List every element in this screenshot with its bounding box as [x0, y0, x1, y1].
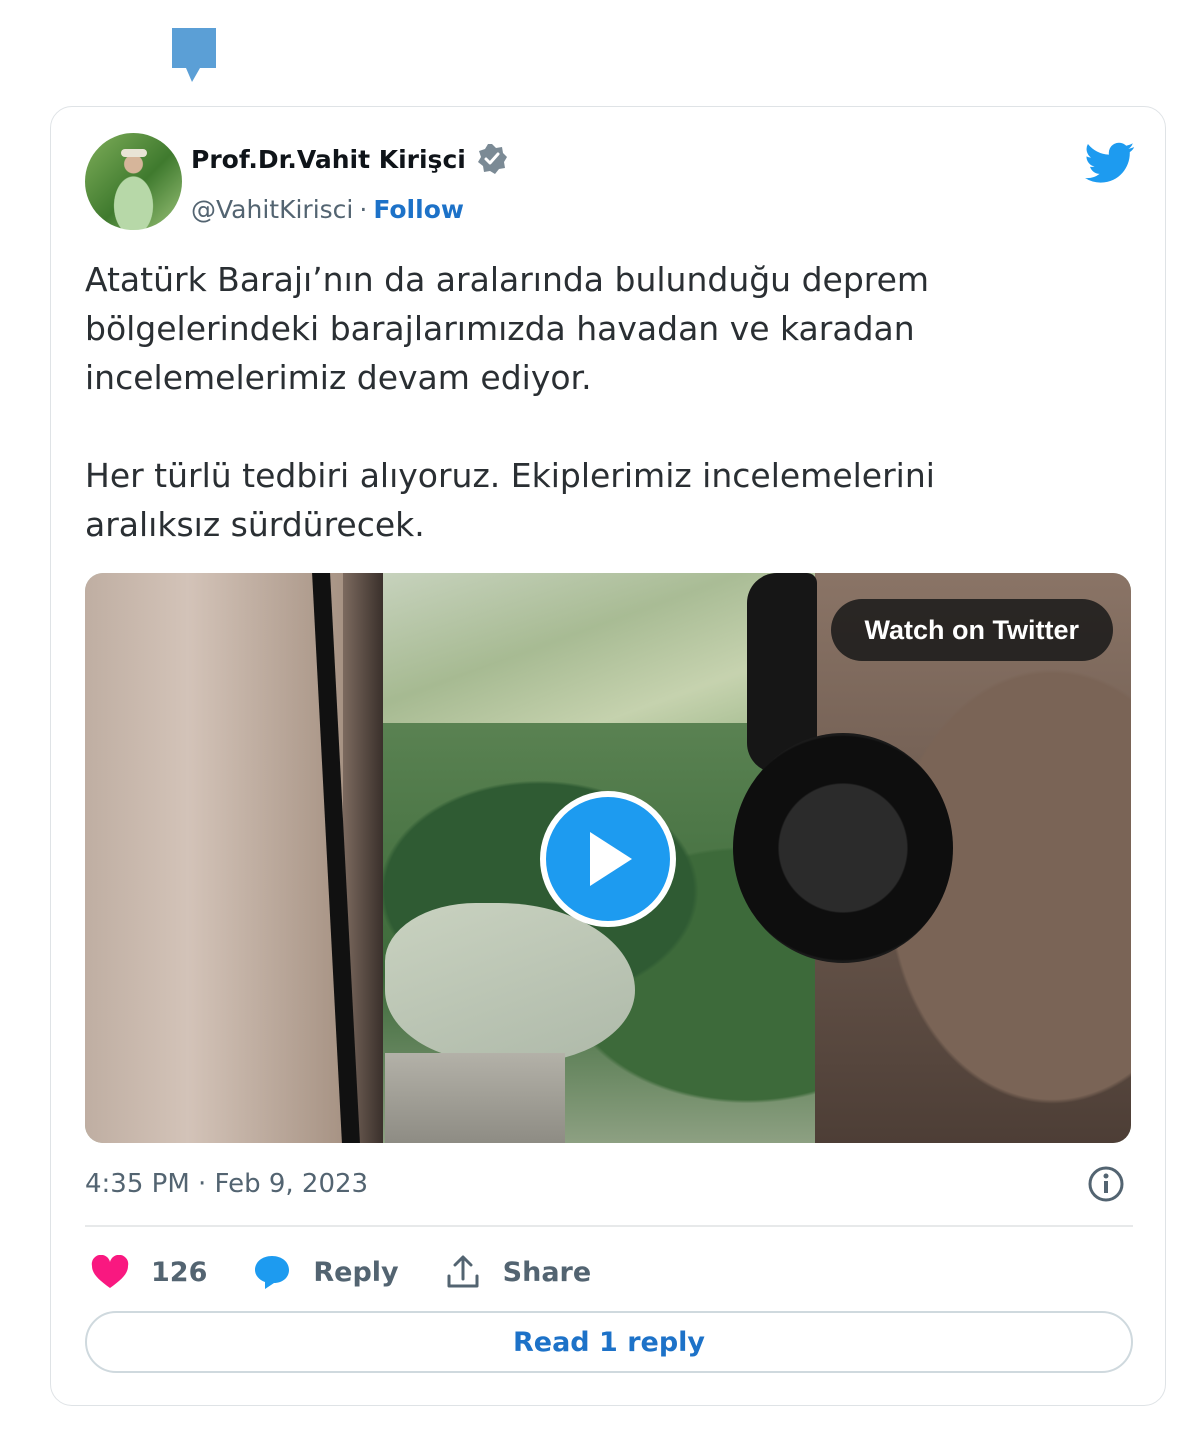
author-handle[interactable]: @VahitKirisci — [191, 195, 353, 224]
reply-label: Reply — [313, 1256, 399, 1288]
follow-link[interactable]: Follow — [373, 195, 464, 224]
read-replies-button[interactable]: Read 1 reply — [85, 1311, 1133, 1373]
share-icon — [447, 1255, 479, 1288]
speech-bubble-icon — [172, 28, 216, 82]
embedded-tweet-card: Prof.Dr.Vahit Kirişci @VahitKirisci · Fo… — [50, 106, 1166, 1406]
share-label: Share — [502, 1256, 592, 1288]
play-button[interactable] — [540, 791, 676, 927]
author-handle-row: @VahitKirisci · Follow — [191, 191, 464, 227]
like-count: 126 — [151, 1256, 208, 1288]
reply-button[interactable]: Reply — [253, 1254, 399, 1290]
tweet-paragraph-1: Atatürk Barajı’nın da aralarında bulundu… — [85, 260, 930, 397]
avatar[interactable] — [85, 133, 182, 230]
author-name[interactable]: Prof.Dr.Vahit Kirişci — [191, 145, 466, 174]
divider — [85, 1225, 1133, 1227]
headphone-earcup — [733, 733, 953, 963]
separator-dot: · — [359, 194, 368, 224]
helicopter-door — [85, 573, 343, 1143]
tweet-paragraph-2: Her türlü tedbiri alıyoruz. Ekiplerimiz … — [85, 456, 935, 544]
aerial-dam — [385, 1053, 565, 1143]
twitter-bird-icon[interactable] — [1085, 141, 1135, 185]
reply-icon — [255, 1256, 290, 1289]
info-icon[interactable] — [1087, 1165, 1125, 1203]
watch-on-twitter-button[interactable]: Watch on Twitter — [830, 599, 1113, 661]
video-thumbnail[interactable]: Watch on Twitter — [85, 573, 1131, 1143]
tweet-timestamp[interactable]: 4:35 PM · Feb 9, 2023 — [85, 1169, 368, 1199]
tweet-actions: 126 Reply Share — [91, 1247, 637, 1297]
share-button[interactable]: Share — [445, 1254, 592, 1290]
author-name-row: Prof.Dr.Vahit Kirişci — [191, 141, 508, 177]
tweet-text: Atatürk Barajı’nın da aralarında bulundu… — [85, 255, 1065, 549]
like-button[interactable]: 126 — [91, 1255, 207, 1289]
tweet-header: Prof.Dr.Vahit Kirişci @VahitKirisci · Fo… — [85, 133, 1135, 233]
heart-icon — [91, 1255, 129, 1288]
play-icon — [590, 832, 632, 886]
verified-badge-icon — [477, 144, 507, 174]
